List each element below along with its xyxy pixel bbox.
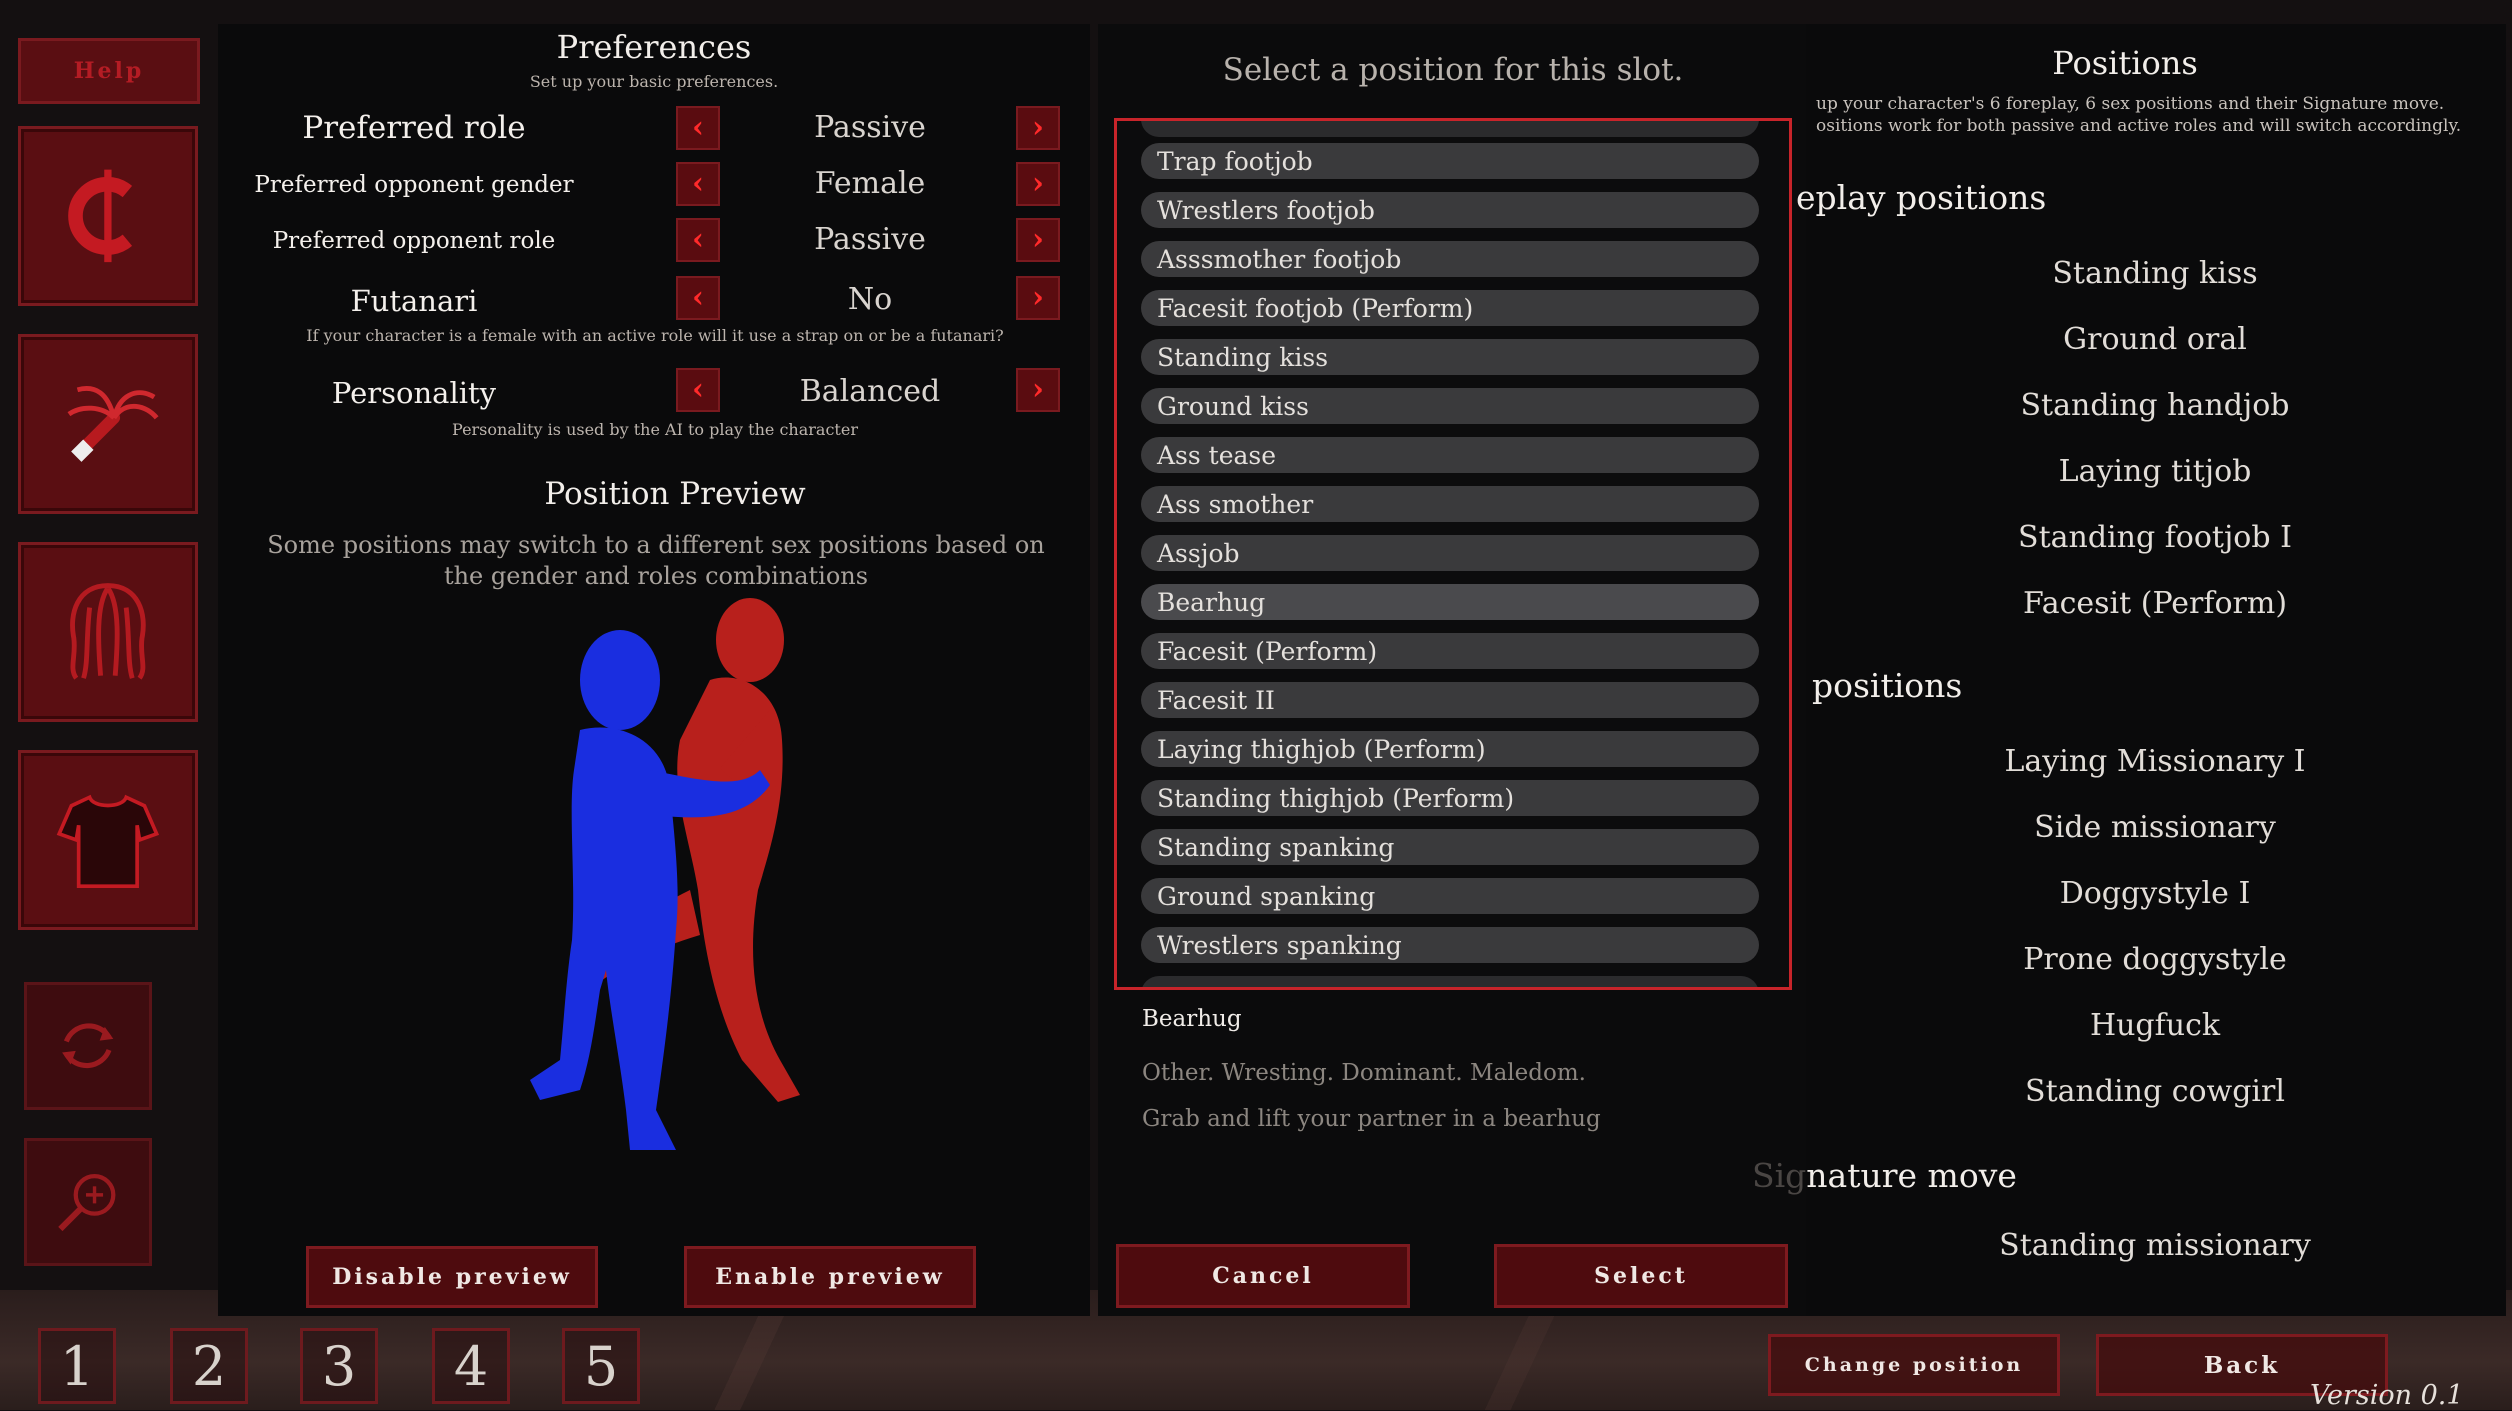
signature-slot[interactable]: Standing missionary [1870, 1228, 2440, 1263]
change-position-button[interactable]: Change position [1768, 1334, 2060, 1396]
positions-title: Positions [2052, 44, 2198, 82]
list-item[interactable]: Facesit footjob (Perform) [1141, 290, 1759, 326]
list-item[interactable]: Ass tease [1141, 437, 1759, 473]
signature-heading-faded: Sig [1752, 1156, 1807, 1195]
shirt-icon [56, 794, 160, 889]
nav-currency-button[interactable] [18, 126, 198, 306]
disable-preview-button[interactable]: Disable preview [306, 1246, 598, 1308]
list-item[interactable]: Wrestlers footjob [1141, 192, 1759, 228]
foreplay-slot-5[interactable]: Standing footjob I [1870, 520, 2440, 555]
personality-label: Personality [331, 376, 497, 410]
preferences-subtitle: Set up your basic preferences. [529, 72, 779, 91]
nav-clothing-button[interactable] [18, 750, 198, 930]
foreplay-slot-6[interactable]: Facesit (Perform) [1870, 586, 2440, 621]
whip-icon [67, 386, 159, 462]
cancel-button[interactable]: Cancel [1116, 1244, 1410, 1308]
list-item[interactable]: Facesit (Perform) [1141, 633, 1759, 669]
opponent-gender-next-button[interactable]: › [1016, 162, 1060, 206]
opponent-role-next-button[interactable]: › [1016, 218, 1060, 262]
futanari-label: Futanari [350, 284, 478, 318]
zoom-icon [58, 1174, 116, 1232]
futanari-next-button[interactable]: › [1016, 276, 1060, 320]
position-preview-note: Some positions may switch to a different… [267, 531, 1045, 590]
list-item[interactable]: Assjob [1141, 535, 1759, 571]
foreplay-slot-2[interactable]: Ground oral [1870, 322, 2440, 357]
slot-button-2[interactable]: 2 [170, 1328, 248, 1404]
list-item[interactable]: Standing spanking [1141, 829, 1759, 865]
list-item[interactable]: Asssmother footjob [1141, 241, 1759, 277]
preferred-role-prev-button[interactable]: ‹ [676, 106, 720, 150]
positions-desc-line1: up your character's 6 foreplay, 6 sex po… [1816, 94, 2445, 114]
personality-note: Personality is used by the AI to play th… [452, 420, 858, 439]
list-item[interactable]: Wrestlers spanking [1141, 927, 1759, 963]
positions-desc-line2: ositions work for both passive and activ… [1816, 116, 2462, 136]
sex-positions-heading: positions [1812, 666, 1963, 705]
preferred-role-value: Passive [814, 110, 926, 145]
sex-slot-2[interactable]: Side missionary [1870, 810, 2440, 845]
list-item[interactable]: Ground spanking [1141, 878, 1759, 914]
slot-button-1[interactable]: 1 [38, 1328, 116, 1404]
opponent-gender-value: Female [814, 166, 926, 201]
slot-button-4[interactable]: 4 [432, 1328, 510, 1404]
nav-hair-button[interactable] [18, 542, 198, 722]
list-item[interactable]: Facesit II [1141, 682, 1759, 718]
foreplay-heading: eplay positions [1796, 178, 2047, 217]
preferred-role-next-button[interactable]: › [1016, 106, 1060, 150]
nav-whip-button[interactable] [18, 334, 198, 514]
foreplay-slot-4[interactable]: Laying titjob [1870, 454, 2440, 489]
sex-slot-1[interactable]: Laying Missionary I [1870, 744, 2440, 779]
selected-position-description: Grab and lift your partner in a bearhug [1142, 1106, 1601, 1132]
personality-prev-button[interactable]: ‹ [676, 368, 720, 412]
preferences-title: Preferences [556, 28, 752, 66]
opponent-role-value: Passive [814, 222, 926, 257]
position-list[interactable]: Trap footjob Wrestlers footjob Asssmothe… [1114, 118, 1792, 990]
slot-button-5[interactable]: 5 [562, 1328, 640, 1404]
opponent-gender-prev-button[interactable]: ‹ [676, 162, 720, 206]
list-item[interactable]: Ass smother [1141, 486, 1759, 522]
list-item[interactable]: Trap footjob [1141, 143, 1759, 179]
selected-position-name: Bearhug [1142, 1006, 1242, 1032]
select-button[interactable]: Select [1494, 1244, 1788, 1308]
futanari-value: No [847, 282, 893, 317]
rotate-button[interactable] [24, 982, 152, 1110]
list-item[interactable]: Standing kiss [1141, 339, 1759, 375]
list-item[interactable]: Ground kiss [1141, 388, 1759, 424]
signature-heading: Signature move [1752, 1156, 2017, 1195]
foreplay-slot-1[interactable]: Standing kiss [1870, 256, 2440, 291]
list-item[interactable]: Standing thighjob (Perform) [1141, 780, 1759, 816]
rotate-icon [62, 1023, 114, 1069]
sex-slot-3[interactable]: Doggystyle I [1870, 876, 2440, 911]
personality-value: Balanced [799, 374, 941, 409]
list-item-selected[interactable]: Bearhug [1141, 584, 1759, 620]
list-item-partial[interactable] [1141, 121, 1759, 137]
help-button[interactable]: Help [18, 38, 200, 104]
enable-preview-button[interactable]: Enable preview [684, 1246, 976, 1308]
opponent-role-label: Preferred opponent role [272, 228, 556, 254]
opponent-role-prev-button[interactable]: ‹ [676, 218, 720, 262]
signature-heading-text: nature move [1806, 1156, 2017, 1195]
hair-icon [70, 583, 146, 680]
selected-position-tags: Other. Wresting. Dominant. Maledom. [1142, 1060, 1586, 1086]
currency-icon [68, 169, 133, 263]
selector-title: Select a position for this slot. [1222, 52, 1684, 88]
list-item[interactable]: Laying thighjob (Perform) [1141, 731, 1759, 767]
slot-button-3[interactable]: 3 [300, 1328, 378, 1404]
sex-slot-5[interactable]: Hugfuck [1870, 1008, 2440, 1043]
position-preview-title: Position Preview [544, 476, 806, 512]
position-preview-figures [530, 598, 800, 1150]
futanari-prev-button[interactable]: ‹ [676, 276, 720, 320]
personality-next-button[interactable]: › [1016, 368, 1060, 412]
version-label: Version 0.1 [2310, 1380, 2464, 1411]
preferred-role-label: Preferred role [302, 110, 526, 146]
foreplay-slot-3[interactable]: Standing handjob [1870, 388, 2440, 423]
opponent-gender-label: Preferred opponent gender [254, 172, 574, 198]
sex-slot-4[interactable]: Prone doggystyle [1870, 942, 2440, 977]
futanari-note: If your character is a female with an ac… [306, 326, 1004, 345]
zoom-button[interactable] [24, 1138, 152, 1266]
list-item-partial[interactable] [1141, 976, 1759, 987]
sex-slot-6[interactable]: Standing cowgirl [1870, 1074, 2440, 1109]
